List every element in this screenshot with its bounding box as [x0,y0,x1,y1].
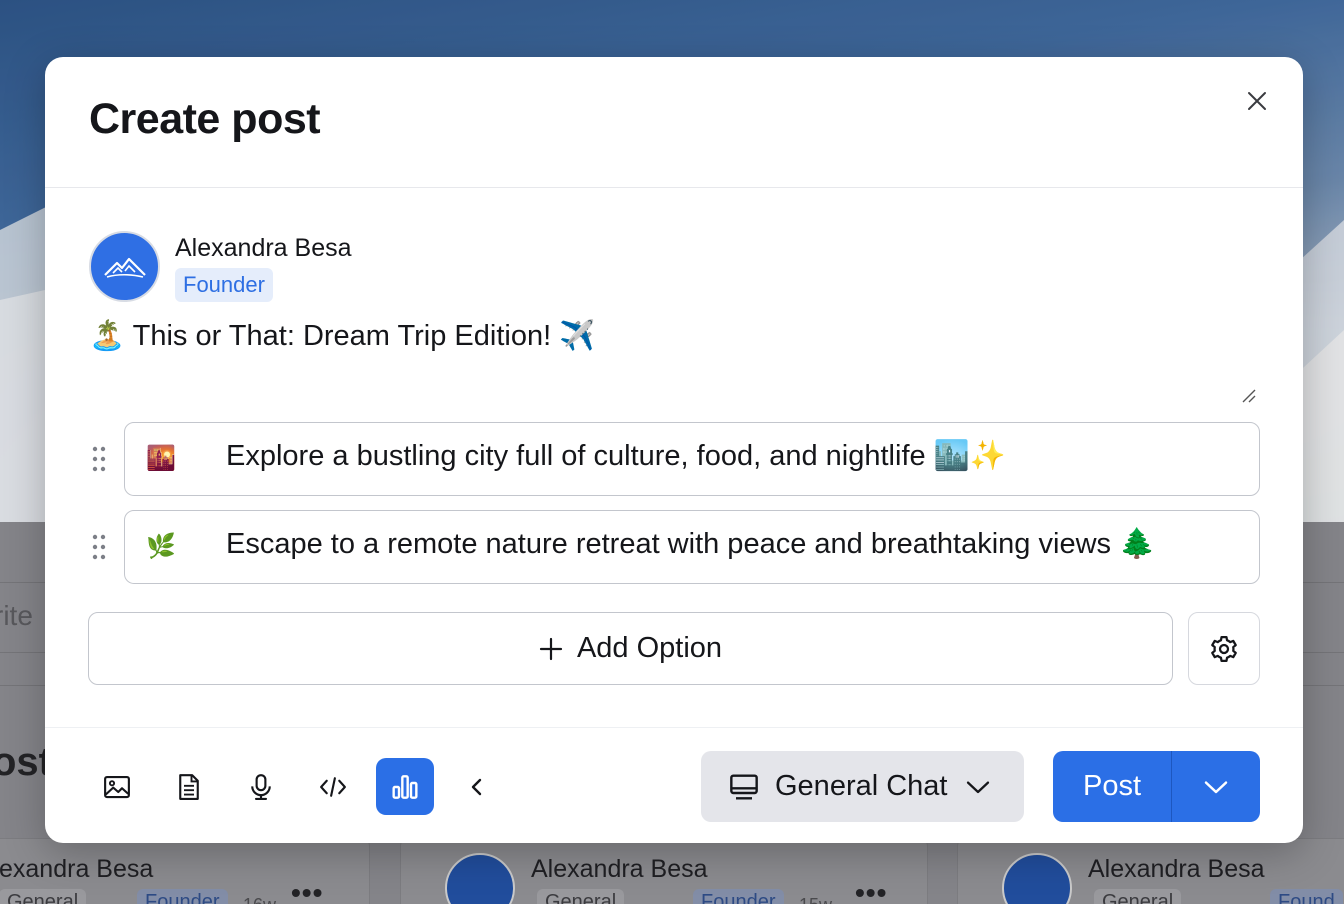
role-badge: Founder [175,268,273,302]
poll-option-input[interactable]: 🌿 Escape to a remote nature retreat with… [124,510,1260,584]
add-option-button[interactable]: Add Option [88,612,1173,685]
author-row: Alexandra Besa Founder [89,230,589,304]
add-audio-button[interactable] [232,758,290,815]
post-button[interactable]: Post [1053,751,1172,822]
avatar [89,231,160,302]
channel-select[interactable]: General Chat [701,751,1024,822]
post-button-group: Post [1053,751,1260,822]
option-emoji-picker[interactable]: 🌇 [145,443,177,475]
drag-handle-icon[interactable] [89,532,109,562]
drag-handle-icon[interactable] [89,444,109,474]
plus-icon [539,637,563,660]
collapse-tools-button[interactable] [448,758,506,815]
mountain-logo-icon [103,257,146,278]
option-text[interactable]: Escape to a remote nature retreat with p… [226,527,1155,561]
author-name: Alexandra Besa [175,234,352,262]
poll-option-row: 🌇 Explore a bustling city full of cultur… [89,422,1260,496]
modal-title: Create post [89,95,321,143]
image-icon [104,775,130,798]
add-option-label: Add Option [576,632,723,664]
add-image-button[interactable] [88,758,146,815]
code-icon [320,776,346,797]
poll-option-row: 🌿 Escape to a remote nature retreat with… [89,510,1260,584]
add-code-button[interactable] [304,758,362,815]
monitor-icon [730,773,758,800]
create-post-modal: Create post Alexandra Besa Founder 🏝️ Th… [45,57,1303,843]
post-text-input[interactable]: 🏝️ This or That: Dream Trip Edition! ✈️ [89,319,1259,407]
channel-select-value: General Chat [775,770,948,802]
add-poll-button[interactable] [376,758,434,815]
option-text[interactable]: Explore a bustling city full of culture,… [226,439,1006,473]
microphone-icon [251,773,271,800]
option-emoji-picker[interactable]: 🌿 [145,531,177,563]
poll-settings-button[interactable] [1188,612,1260,685]
chevron-left-icon [471,778,482,795]
document-icon [179,773,199,800]
footer-divider [45,727,1303,728]
modal-header: Create post [45,57,1303,188]
gear-icon [1211,635,1237,662]
add-document-button[interactable] [160,758,218,815]
chevron-down-icon [966,781,989,793]
close-button[interactable] [1242,86,1272,116]
resize-handle-icon[interactable] [1241,388,1257,404]
chevron-down-icon [1204,780,1228,793]
close-icon [1248,92,1266,110]
post-options-button[interactable] [1172,751,1260,822]
poll-chart-icon [392,774,418,799]
poll-option-input[interactable]: 🌇 Explore a bustling city full of cultur… [124,422,1260,496]
